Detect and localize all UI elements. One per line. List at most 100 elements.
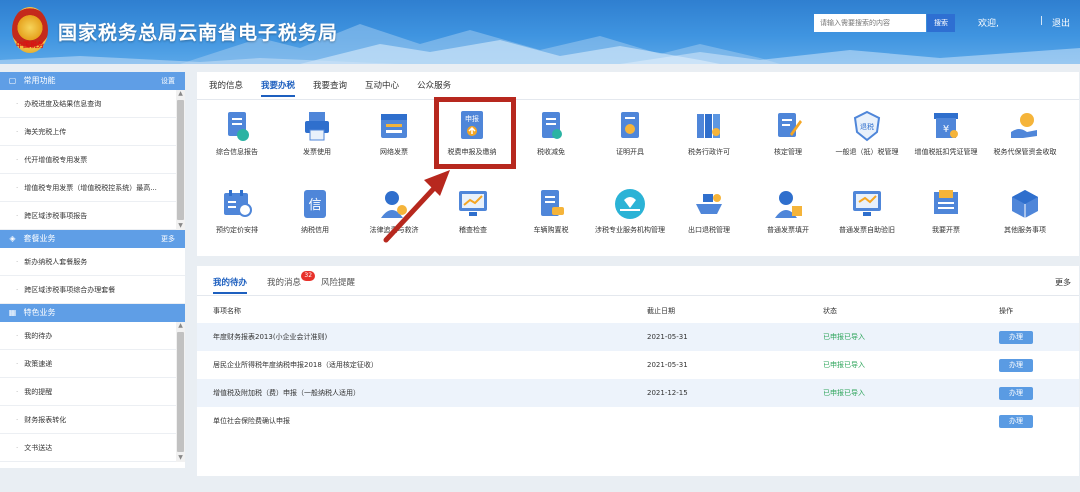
report-icon — [221, 110, 253, 142]
column-header-date: 截止日期 — [647, 307, 675, 315]
monitor-check-icon — [851, 188, 883, 220]
service-label: 车辆购置税 — [533, 226, 569, 234]
section-title: 套餐业务 — [23, 234, 56, 243]
service-label: 一般退（抵）税管理 — [835, 148, 899, 156]
refund-icon-text: 退税 — [860, 122, 874, 131]
sidebar-section-common[interactable]: ▢ 常用功能 设置 — [0, 72, 185, 90]
sidebar-item[interactable]: 跨区域涉税事项综合办理套餐 — [0, 276, 185, 304]
service-label: 增值税抵扣凭证管理 — [914, 148, 978, 156]
item-name: 单位社会保险费确认申报 — [213, 417, 290, 425]
service-vat-voucher[interactable]: ¥ 增值税抵扣凭证管理 — [906, 110, 986, 157]
sidebar-list-special: 我的待办 政策速递 我的提醒 财务报表转化 文书送达 ▲ ▼ — [0, 322, 185, 462]
section-title: 特色业务 — [23, 308, 56, 317]
scroll-up-icon[interactable]: ▲ — [177, 322, 184, 330]
sidebar-item[interactable]: 跨区域涉税事项报告 — [0, 202, 185, 230]
service-refund[interactable]: 退税 一般退（抵）税管理 — [827, 110, 907, 157]
sidebar-item[interactable]: 新办纳税人套餐服务 — [0, 248, 185, 276]
site-title: 国家税务总局云南省电子税务局 — [58, 22, 339, 44]
handle-button[interactable]: 办理 — [999, 414, 1033, 428]
main-tabs: 我的信息 我要办税 我要查询 互动中心 公众服务 — [209, 79, 469, 97]
service-issue-invoice[interactable]: 我要开票 — [906, 188, 986, 235]
tab-divider — [197, 99, 1079, 100]
sidebar-scrollbar[interactable]: ▲ ▼ — [176, 90, 185, 230]
service-web-invoice[interactable]: 网络发票 — [354, 110, 434, 157]
service-pricing-arrangement[interactable]: 预约定价安排 — [197, 188, 277, 235]
grid-icon: ▦ — [8, 308, 17, 317]
service-tax-credit[interactable]: 信 纳税信用 — [275, 188, 355, 235]
logout-link[interactable]: 退出 — [1052, 16, 1070, 29]
sidebar-item[interactable]: 文书送达 — [0, 434, 185, 462]
tab-tax-handling[interactable]: 我要办税 — [261, 79, 296, 97]
sidebar-item[interactable]: 财务报表转化 — [0, 406, 185, 434]
service-verification[interactable]: 核定管理 — [748, 110, 828, 157]
sidebar-item[interactable]: 海关完税上传 — [0, 118, 185, 146]
sidebar-section-package[interactable]: ◈ 套餐业务 更多 — [0, 230, 185, 248]
service-fund-custody[interactable]: 税务代保管资金收取 — [985, 110, 1065, 157]
heart-hand-icon — [614, 188, 646, 220]
sidebar-item[interactable]: 我的提醒 — [0, 378, 185, 406]
settings-link[interactable]: 设置 — [161, 72, 175, 90]
sidebar-item[interactable]: 办税进度及结果信息查询 — [0, 90, 185, 118]
highlight-box — [434, 97, 516, 169]
service-vehicle-tax[interactable]: 车辆购置税 — [511, 188, 591, 235]
scroll-down-icon[interactable]: ▼ — [177, 222, 184, 230]
service-certificate[interactable]: 证明开具 — [590, 110, 670, 157]
service-invoice-use[interactable]: 发票使用 — [277, 110, 357, 157]
sidebar-list-package: 新办纳税人套餐服务 跨区域涉税事项综合办理套餐 — [0, 248, 185, 304]
hand-money-icon — [1009, 110, 1041, 142]
service-export-refund[interactable]: 出口退税管理 — [669, 188, 749, 235]
tab-label: 我的消息 — [267, 278, 302, 288]
service-other[interactable]: 其他服务事项 — [985, 188, 1065, 235]
due-date: 2021-05-31 — [647, 323, 823, 351]
service-comprehensive-report[interactable]: 综合信息报告 — [197, 110, 277, 157]
status-text: 已申报已导入 — [823, 323, 999, 351]
tab-public-service[interactable]: 公众服务 — [417, 79, 451, 97]
tab-my-todo[interactable]: 我的待办 — [213, 276, 248, 294]
search-button[interactable]: 搜索 — [927, 14, 955, 32]
tab-my-messages[interactable]: 我的消息 32 — [267, 271, 316, 294]
site-header: 中国税务 国家税务总局云南省电子税务局 搜索 欢迎, | 退出 — [0, 0, 1080, 64]
service-agency-management[interactable]: 涉税专业服务机构管理 — [590, 188, 670, 235]
sidebar-item[interactable]: 我的待办 — [0, 322, 185, 350]
due-date: 2021-05-31 — [647, 361, 688, 369]
item-name: 增值税及附加税（费）申报（一般纳税人适用） — [197, 379, 647, 407]
sidebar-item[interactable]: 代开增值税专用发票 — [0, 146, 185, 174]
edit-doc-icon — [772, 110, 804, 142]
todo-tabs: 我的待办 我的消息 32 风险提醒 — [213, 271, 375, 294]
service-admin-license[interactable]: 税务行政许可 — [669, 110, 749, 157]
scroll-down-icon[interactable]: ▼ — [177, 454, 184, 462]
table-row: 年度财务报表2013(小企业会计准则) 2021-05-31 已申报已导入 办理 — [197, 323, 1079, 351]
service-general-invoice[interactable]: 普通发票填开 — [748, 188, 828, 235]
more-link[interactable]: 更多 — [1055, 277, 1071, 288]
service-tax-relief[interactable]: 税收减免 — [511, 110, 591, 157]
service-label: 证明开具 — [616, 148, 644, 156]
service-label: 税收减免 — [537, 148, 565, 156]
tab-risk-alert[interactable]: 风险提醒 — [321, 276, 355, 294]
scroll-thumb[interactable] — [177, 100, 184, 220]
sidebar-item[interactable]: 政策速递 — [0, 350, 185, 378]
service-label: 我要开票 — [932, 226, 960, 234]
handle-button[interactable]: 办理 — [999, 330, 1033, 344]
tab-query[interactable]: 我要查询 — [313, 79, 347, 97]
handle-button[interactable]: 办理 — [999, 386, 1033, 400]
tab-my-info[interactable]: 我的信息 — [209, 79, 243, 97]
scroll-thumb[interactable] — [177, 332, 184, 452]
invoice-open-icon — [930, 188, 962, 220]
tab-interaction[interactable]: 互动中心 — [365, 79, 399, 97]
column-header-status: 状态 — [823, 307, 837, 315]
table-row: 居民企业所得税年度纳税申报2018（适用核定征收） 2021-05-31 已申报… — [197, 351, 1079, 379]
credit-icon-text: 信 — [308, 198, 321, 213]
calendar-icon — [221, 188, 253, 220]
column-header-name: 事项名称 — [213, 307, 241, 315]
layers-icon: ◈ — [9, 234, 16, 243]
more-link[interactable]: 更多 — [161, 230, 175, 248]
handle-button[interactable]: 办理 — [999, 358, 1033, 372]
search-input[interactable] — [814, 14, 926, 32]
header-separator: | — [1040, 16, 1044, 26]
sidebar-section-special[interactable]: ▦ 特色业务 — [0, 304, 185, 322]
service-invoice-self-check[interactable]: 普通发票自助验旧 — [827, 188, 907, 235]
scroll-up-icon[interactable]: ▲ — [177, 90, 184, 98]
sidebar-scrollbar[interactable]: ▲ ▼ — [176, 322, 185, 462]
sidebar-item[interactable]: 增值税专用发票（增值税税控系统）最高... — [0, 174, 185, 202]
status-text — [823, 407, 999, 435]
